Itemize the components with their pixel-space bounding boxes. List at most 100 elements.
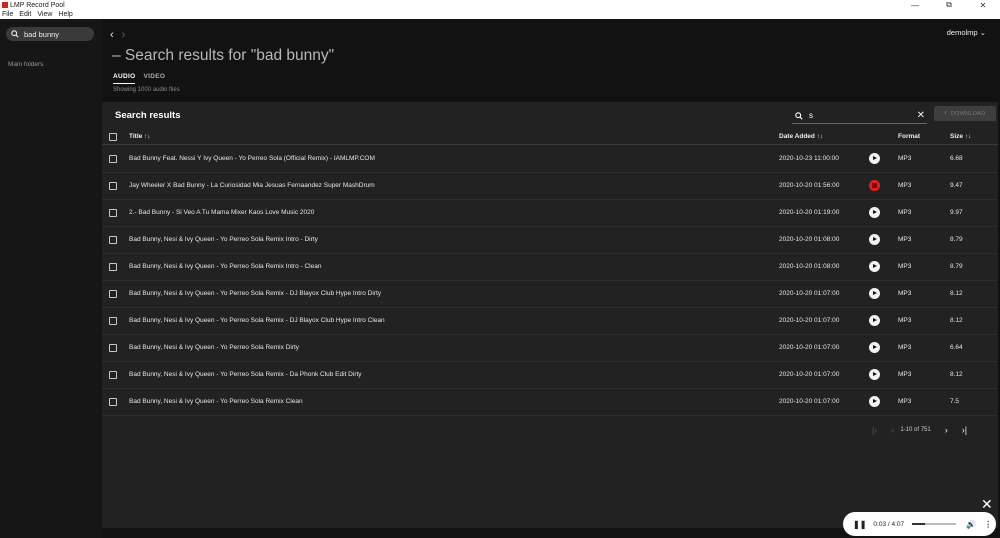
menu-file[interactable]: File: [2, 11, 13, 18]
pause-icon[interactable]: ❚❚: [853, 520, 866, 529]
column-format: Format: [898, 133, 921, 140]
tab-video[interactable]: VIDEO: [143, 73, 165, 84]
history-nav: ‹ ›: [110, 29, 125, 41]
track-title: Bad Bunny, Nesi & Ivy Queen - Yo Perreo …: [129, 263, 322, 270]
prev-page-icon[interactable]: ‹: [891, 425, 894, 435]
date-added: 2020-10-20 01:07:00: [779, 317, 840, 324]
track-title: Bad Bunny, Nesi & Ivy Queen - Yo Perreo …: [129, 317, 385, 324]
column-title[interactable]: Title ↑↓: [129, 133, 151, 140]
select-all-checkbox[interactable]: [109, 133, 117, 141]
menu-help[interactable]: Help: [58, 11, 72, 18]
last-page-icon[interactable]: ›|: [962, 425, 967, 435]
menu-view[interactable]: View: [37, 11, 52, 18]
play-icon[interactable]: [869, 342, 880, 353]
play-icon[interactable]: [869, 315, 880, 326]
close-player-icon[interactable]: ✕: [981, 496, 993, 513]
date-added: 2020-10-20 01:07:00: [779, 371, 840, 378]
file-size: 6.64: [950, 344, 963, 351]
seek-slider[interactable]: [912, 523, 957, 525]
play-icon[interactable]: [869, 369, 880, 380]
row-checkbox[interactable]: [109, 182, 117, 190]
sidebar-search-value: bad bunny: [24, 29, 60, 39]
stop-icon[interactable]: [869, 180, 880, 191]
table-row[interactable]: Bad Bunny Feat. Nessi Y Ivy Queen - Yo P…: [102, 146, 998, 173]
volume-icon[interactable]: 🔊: [966, 520, 976, 529]
track-title: Bad Bunny, Nesi & Ivy Queen - Yo Perreo …: [129, 236, 318, 243]
play-icon[interactable]: [869, 207, 880, 218]
play-icon[interactable]: [869, 153, 880, 164]
column-size[interactable]: Size ↑↓: [950, 133, 971, 140]
file-format: MP3: [898, 290, 912, 297]
page-range: 1-10 of 751: [900, 427, 931, 433]
results-panel: Search results s ✕ ⭳ DOWNLOAD Title ↑↓ Da…: [102, 102, 998, 528]
sidebar-item-main-folders[interactable]: Main folders: [8, 61, 43, 68]
table-row[interactable]: Bad Bunny, Nesi & Ivy Queen - Yo Perreo …: [102, 281, 998, 308]
sidebar-search-input[interactable]: bad bunny: [6, 27, 94, 41]
table-row[interactable]: Bad Bunny, Nesi & Ivy Queen - Yo Perreo …: [102, 308, 998, 335]
filter-search-input[interactable]: s ✕: [792, 108, 927, 124]
file-size: 9.47: [950, 182, 963, 189]
play-icon[interactable]: [869, 288, 880, 299]
search-icon: [795, 111, 803, 120]
track-title: Bad Bunny Feat. Nessi Y Ivy Queen - Yo P…: [129, 155, 375, 162]
date-added: 2020-10-20 01:07:00: [779, 398, 840, 405]
result-count: Showing 1000 audio files: [113, 87, 180, 93]
play-icon[interactable]: [869, 261, 880, 272]
row-checkbox[interactable]: [109, 263, 117, 271]
forward-arrow-icon[interactable]: ›: [122, 29, 126, 41]
file-format: MP3: [898, 371, 912, 378]
minimize-button[interactable]: —: [898, 1, 932, 10]
filter-search-value: s: [809, 111, 813, 120]
row-checkbox[interactable]: [109, 209, 117, 217]
play-icon[interactable]: [869, 234, 880, 245]
main-content: ‹ › demolmp ⌄ – Search results for "bad …: [102, 19, 1000, 538]
date-added: 2020-10-20 01:07:00: [779, 344, 840, 351]
back-arrow-icon[interactable]: ‹: [110, 29, 114, 41]
file-size: 8.12: [950, 317, 963, 324]
download-icon: ⭳: [944, 110, 947, 116]
table-row[interactable]: Bad Bunny, Nesi & Ivy Queen - Yo Perreo …: [102, 362, 998, 389]
results-title: Search results: [115, 110, 181, 121]
download-label: DOWNLOAD: [950, 110, 986, 117]
table-row[interactable]: Jay Wheeler X Bad Bunny - La Curiosidad …: [102, 173, 998, 200]
clear-icon[interactable]: ✕: [917, 110, 925, 121]
row-checkbox[interactable]: [109, 317, 117, 325]
table-row[interactable]: Bad Bunny, Nesi & Ivy Queen - Yo Perreo …: [102, 389, 998, 416]
file-format: MP3: [898, 155, 912, 162]
file-size: 8.12: [950, 371, 963, 378]
row-checkbox[interactable]: [109, 371, 117, 379]
player-time: 0:03 / 4:07: [873, 520, 905, 528]
column-date-added[interactable]: Date Added ↑↓: [779, 133, 823, 140]
user-name: demolmp: [946, 28, 978, 37]
close-window-button[interactable]: ✕: [966, 1, 1000, 10]
user-menu[interactable]: demolmp ⌄: [947, 28, 986, 37]
table-row[interactable]: Bad Bunny, Nesi & Ivy Queen - Yo Perreo …: [102, 335, 998, 362]
play-icon[interactable]: [869, 396, 880, 407]
file-format: MP3: [898, 263, 912, 270]
window-titlebar: LMP Record Pool — ⧉ ✕: [0, 0, 1000, 10]
first-page-icon[interactable]: |‹: [872, 425, 877, 435]
row-checkbox[interactable]: [109, 398, 117, 406]
track-title: 2.- Bad Bunny - Si Veo A Tu Mama Mixer K…: [129, 209, 315, 216]
table-row[interactable]: Bad Bunny, Nesi & Ivy Queen - Yo Perreo …: [102, 227, 998, 254]
download-button[interactable]: ⭳ DOWNLOAD: [934, 106, 996, 121]
row-checkbox[interactable]: [109, 290, 117, 298]
file-format: MP3: [898, 398, 912, 405]
maximize-button[interactable]: ⧉: [932, 0, 966, 10]
row-checkbox[interactable]: [109, 236, 117, 244]
window-title: LMP Record Pool: [10, 1, 65, 9]
date-added: 2020-10-20 01:07:00: [779, 290, 840, 297]
row-checkbox[interactable]: [109, 155, 117, 163]
app-logo-icon: [2, 2, 8, 8]
date-added: 2020-10-20 01:08:00: [779, 263, 840, 270]
file-format: MP3: [898, 344, 912, 351]
row-checkbox[interactable]: [109, 344, 117, 352]
more-options-icon[interactable]: ⋮: [984, 520, 992, 529]
search-icon: [11, 30, 19, 38]
tab-audio[interactable]: AUDIO: [113, 73, 136, 84]
next-page-icon[interactable]: ›: [945, 425, 948, 435]
table-row[interactable]: Bad Bunny, Nesi & Ivy Queen - Yo Perreo …: [102, 254, 998, 281]
pagination: |‹ ‹ 1-10 of 751 › ›|: [872, 425, 981, 435]
table-row[interactable]: 2.- Bad Bunny - Si Veo A Tu Mama Mixer K…: [102, 200, 998, 227]
menu-edit[interactable]: Edit: [19, 11, 31, 18]
